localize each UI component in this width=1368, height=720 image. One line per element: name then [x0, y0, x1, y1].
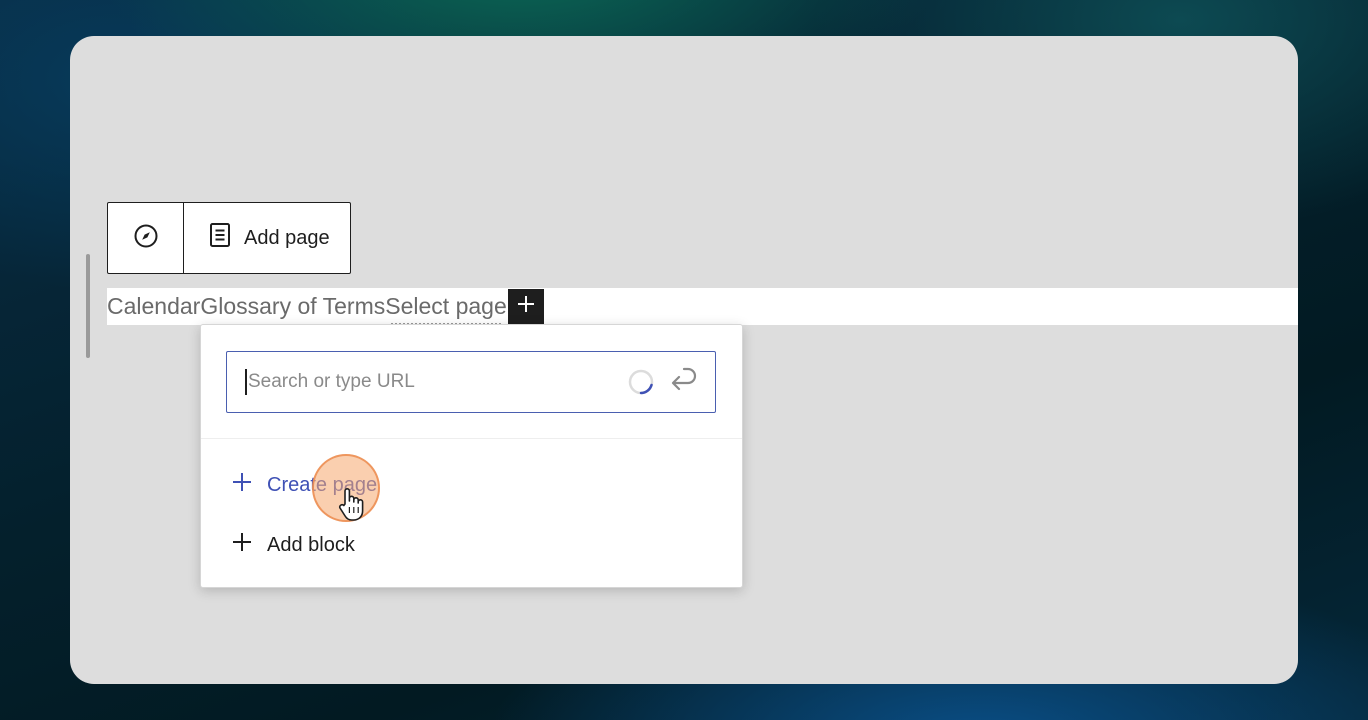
plus-icon: [231, 471, 253, 499]
enter-icon: [670, 366, 700, 398]
plus-icon: [231, 531, 253, 559]
plus-icon: [516, 293, 536, 320]
search-input[interactable]: [248, 371, 627, 393]
text-caret: [245, 369, 247, 395]
create-page-button[interactable]: Create page: [231, 465, 377, 505]
submit-link-button[interactable]: [669, 366, 701, 398]
navigation-button[interactable]: [108, 203, 184, 273]
add-page-label: Add page: [244, 226, 330, 249]
link-popover: Create page Add block: [200, 324, 743, 588]
nav-item-calendar[interactable]: Calendar: [107, 293, 200, 320]
nav-item-glossary-of-terms[interactable]: Glossary of Terms: [200, 293, 385, 320]
block-selection-bar: [86, 254, 90, 358]
add-page-button[interactable]: Add page: [184, 203, 350, 273]
create-page-label: Create page: [267, 473, 378, 496]
page-icon: [208, 222, 232, 254]
block-toolbar: Add page: [107, 202, 351, 274]
search-field[interactable]: [226, 351, 716, 413]
navigation-menu: Calendar Glossary of Terms Select page: [107, 288, 544, 325]
add-block-button[interactable]: Add block: [231, 525, 355, 565]
spinner-icon: [627, 368, 655, 396]
select-page-link[interactable]: Select page: [385, 293, 507, 325]
editor-canvas: Add page Calendar Glossary of Terms Sele…: [70, 36, 1298, 684]
add-nav-item-button[interactable]: [507, 288, 544, 325]
add-block-label: Add block: [267, 533, 355, 556]
compass-icon: [133, 223, 159, 253]
popover-divider: [201, 438, 742, 439]
